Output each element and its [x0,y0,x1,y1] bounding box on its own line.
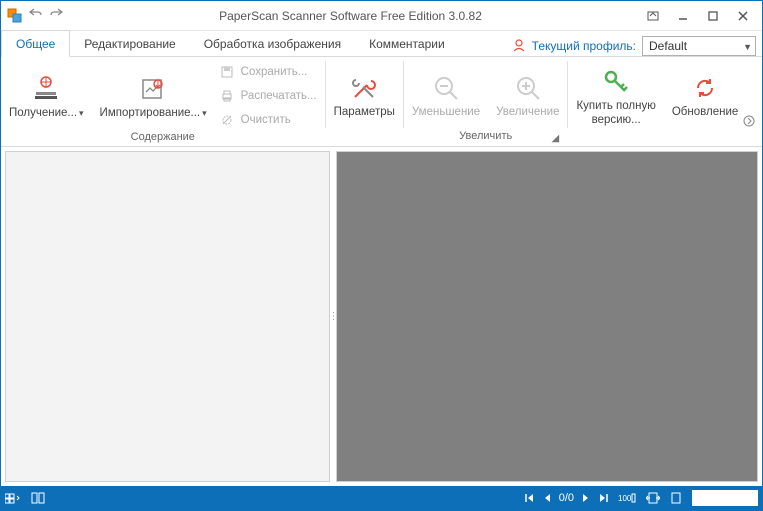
maximize-button[interactable] [698,4,728,28]
minimize-button[interactable] [668,4,698,28]
zoom-in-icon [512,72,544,104]
ribbon-group-content: Получение...▾ Импортирование...▾ Сохрани… [1,57,325,146]
clear-button: Очистить [219,109,317,131]
zoom-input[interactable] [692,490,758,506]
key-icon [600,66,632,98]
undo-icon[interactable] [29,7,43,24]
profile-user-icon [512,38,526,55]
zoom-in-label: Увеличение [496,106,559,119]
tools-icon [348,72,380,104]
save-button: Сохранить... [219,61,317,83]
status-bar: 0/0 100 [1,486,762,510]
buy-full-version-button[interactable]: Купить полную версию... [568,62,663,126]
window-buttons [638,4,758,28]
chevron-down-icon: ▾ [202,107,207,120]
ribbon-group-misc: Купить полную версию... Обновление [568,57,746,146]
save-icon [219,64,235,80]
acquire-button[interactable]: Получение...▾ [1,69,92,120]
ribbon-toggle-icon[interactable] [638,4,668,28]
buy-full-line1: Купить полную [576,100,655,112]
ribbon-overflow-icon[interactable] [742,114,756,128]
next-page-icon[interactable] [582,493,590,503]
svg-text:100: 100 [618,494,632,503]
buy-full-line2: версию... [592,114,641,126]
zoom-in-button: Увеличение [488,68,567,119]
layout-split-icon[interactable] [31,491,47,505]
window-title: PaperScan Scanner Software Free Edition … [63,9,638,23]
fit-page-icon[interactable] [670,491,682,505]
chevron-down-icon: ▾ [79,107,84,120]
page-navigation: 0/0 [525,492,608,504]
tab-general[interactable]: Общее [1,30,70,57]
first-page-icon[interactable] [525,493,535,503]
redo-icon[interactable] [49,7,63,24]
acquire-label: Получение... [9,107,77,120]
layout-thumbnails-icon[interactable] [5,491,21,505]
main-area: ⋮ [1,147,762,486]
small-buttons-column: Сохранить... Распечатать... Очистить [215,57,325,131]
import-label: Импортирование... [100,107,201,120]
group-label-zoom: Увеличить [404,130,568,146]
fit-width-icon[interactable] [646,492,660,504]
zoom-out-button: Уменьшение [404,68,488,119]
preview-pane[interactable] [336,151,758,482]
update-label: Обновление [672,106,738,119]
last-page-icon[interactable] [598,493,608,503]
clear-icon [219,112,235,128]
app-logo-icon [7,8,23,24]
chevron-down-icon: ▼ [743,42,752,52]
profile-label: Текущий профиль: [532,39,636,53]
refresh-icon [689,72,721,104]
ribbon: Получение...▾ Импортирование...▾ Сохрани… [1,57,762,147]
import-icon [137,73,169,105]
tab-comments[interactable]: Комментарии [355,31,459,56]
close-button[interactable] [728,4,758,28]
profile-value: Default [649,39,687,53]
group-label-content: Содержание [1,131,325,146]
app-window: PaperScan Scanner Software Free Edition … [0,0,763,511]
zoom-out-label: Уменьшение [412,106,480,119]
profile-dropdown[interactable]: Default ▼ [642,36,756,56]
zoom-100-icon[interactable]: 100 [618,492,636,504]
title-bar: PaperScan Scanner Software Free Edition … [1,1,762,31]
tab-image-processing[interactable]: Обработка изображения [190,31,355,56]
dialog-launcher-icon[interactable]: ◢ [551,133,563,145]
ribbon-group-options: Параметры [326,57,403,146]
print-button: Распечатать... [219,85,317,107]
quick-access-toolbar [7,7,63,24]
ribbon-group-zoom: Уменьшение Увеличение Увеличить ◢ [404,57,568,146]
options-button[interactable]: Параметры [326,68,403,119]
update-button[interactable]: Обновление [664,68,746,119]
page-counter: 0/0 [559,492,574,504]
zoom-out-icon [430,72,462,104]
import-button[interactable]: Импортирование...▾ [92,69,215,120]
print-icon [219,88,235,104]
tab-editing[interactable]: Редактирование [70,31,189,56]
ribbon-tabs: Общее Редактирование Обработка изображен… [1,31,762,57]
scanner-icon [30,73,62,105]
options-label: Параметры [334,106,395,119]
thumbnail-pane[interactable] [5,151,330,482]
prev-page-icon[interactable] [543,493,551,503]
profile-selector: Текущий профиль: Default ▼ [512,36,762,56]
